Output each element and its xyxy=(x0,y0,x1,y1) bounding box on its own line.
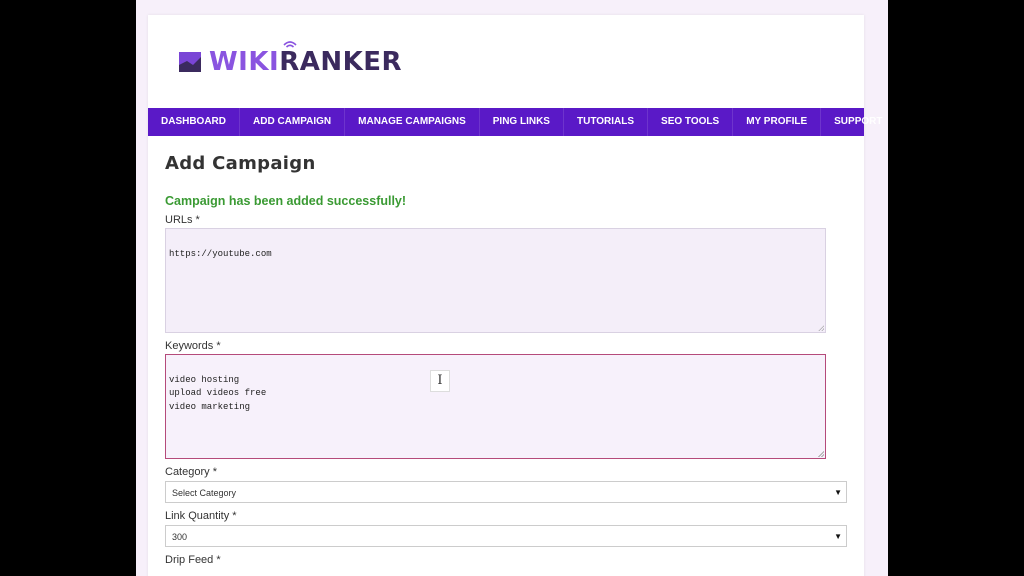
chevron-down-icon: ▼ xyxy=(834,488,842,497)
link-quantity-selected: 300 xyxy=(172,532,188,542)
logo-text: WIKIRANKER xyxy=(209,41,403,77)
nav-dashboard[interactable]: DASHBOARD xyxy=(148,108,240,136)
nav-support[interactable]: SUPPORT xyxy=(821,108,888,136)
category-select[interactable]: Select Category ▼ xyxy=(165,481,847,503)
site-logo[interactable]: WIKIRANKER xyxy=(179,41,403,82)
link-quantity-select[interactable]: 300 ▼ xyxy=(165,525,847,547)
nav-seo-tools[interactable]: SEO TOOLS xyxy=(648,108,734,136)
category-label: Category * xyxy=(165,466,217,478)
urls-label: URLs * xyxy=(165,214,200,226)
wifi-signal-icon xyxy=(283,41,297,48)
logo-ranker: RANKER xyxy=(279,47,403,77)
text-cursor-icon: I xyxy=(430,370,450,392)
chart-logo-icon xyxy=(179,52,201,72)
keywords-textarea[interactable]: video hosting upload videos free video m… xyxy=(165,354,826,459)
urls-value: https://youtube.com xyxy=(169,248,272,259)
chevron-down-icon: ▼ xyxy=(834,532,842,541)
resize-grip-icon[interactable] xyxy=(818,325,824,331)
page-title: Add Campaign xyxy=(165,153,316,174)
main-nav: DASHBOARD ADD CAMPAIGN MANAGE CAMPAIGNS … xyxy=(148,108,882,136)
urls-textarea[interactable]: https://youtube.com xyxy=(165,228,826,333)
nav-tutorials[interactable]: TUTORIALS xyxy=(564,108,649,136)
drip-feed-label: Drip Feed * xyxy=(165,554,221,566)
category-selected: Select Category xyxy=(172,488,237,498)
logo-wiki: WIKI xyxy=(209,47,280,77)
nav-add-campaign[interactable]: ADD CAMPAIGN xyxy=(240,108,346,136)
nav-manage-campaigns[interactable]: MANAGE CAMPAIGNS xyxy=(345,108,480,136)
keywords-value: video hosting upload videos free video m… xyxy=(169,374,267,412)
resize-grip-icon[interactable] xyxy=(818,451,824,457)
nav-my-profile[interactable]: MY PROFILE xyxy=(733,108,822,136)
browser-viewport: WIKIRANKER DASHBOARD ADD CAMPAIGN MANAGE… xyxy=(136,0,888,576)
nav-ping-links[interactable]: PING LINKS xyxy=(480,108,564,136)
link-quantity-label: Link Quantity * xyxy=(165,510,237,522)
page-container: WIKIRANKER DASHBOARD ADD CAMPAIGN MANAGE… xyxy=(148,15,882,576)
success-message: Campaign has been added successfully! xyxy=(165,194,407,208)
keywords-label: Keywords * xyxy=(165,340,221,352)
main-content: Add Campaign Campaign has been added suc… xyxy=(165,136,849,566)
